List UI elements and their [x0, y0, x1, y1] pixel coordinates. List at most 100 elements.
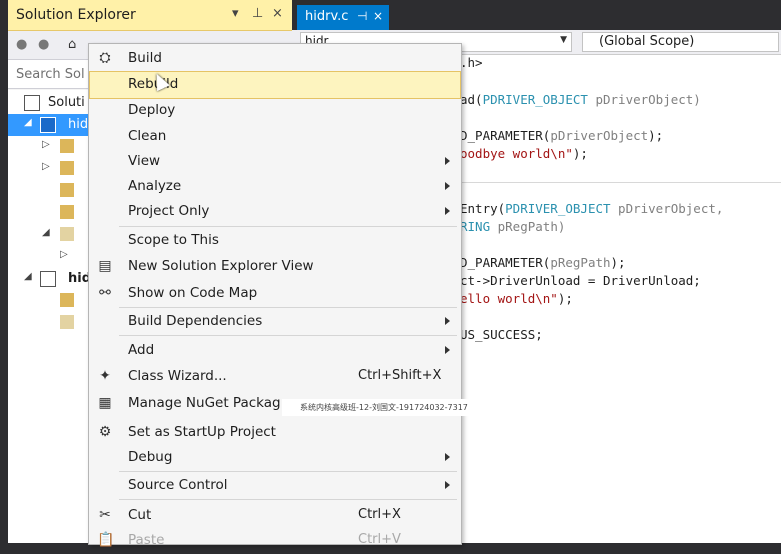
folder-icon: [60, 139, 74, 153]
menu-item-build-dependencies[interactable]: Build Dependencies: [90, 309, 460, 335]
folder-icon: [60, 315, 74, 329]
submenu-arrow-icon: [445, 157, 450, 165]
submenu-arrow-icon: [445, 207, 450, 215]
menu-item-view[interactable]: View: [90, 149, 460, 175]
build-icon: ⛭: [99, 50, 111, 66]
project-context-menu: ⛭ Build Rebuild Deploy Clean View Analyz…: [88, 43, 462, 548]
menu-item-label: Build Dependencies: [128, 313, 263, 329]
folder-icon: [60, 183, 74, 197]
code-line: ello world\n");: [460, 291, 573, 306]
expand-icon[interactable]: ▷: [42, 139, 50, 150]
gear-icon: ⚙: [98, 424, 112, 440]
paste-icon: 📋: [97, 532, 115, 548]
submenu-arrow-icon: [445, 346, 450, 354]
menu-item-label: Debug: [128, 449, 173, 465]
code-line: ct->DriverUnload = DriverUnload;: [460, 273, 701, 288]
menu-item-label: Paste: [128, 532, 165, 548]
tab-close-icon[interactable]: ×: [373, 9, 383, 23]
new-view-icon: ▤: [98, 258, 112, 274]
menu-item-label: Show on Code Map: [128, 285, 258, 301]
collapse-icon[interactable]: ◢: [42, 227, 50, 238]
tree-item-label: Soluti: [48, 95, 85, 110]
tab-label: hidrv.c: [305, 9, 349, 24]
scope-dropdown-value: (Global Scope): [599, 34, 695, 49]
menu-item-add[interactable]: Add: [90, 338, 460, 364]
menu-item-scope-to-this[interactable]: Scope to This: [90, 228, 460, 254]
menu-item-set-as-startup-project[interactable]: ⚙ Set as StartUp Project: [90, 420, 460, 446]
back-icon[interactable]: ●: [16, 37, 27, 52]
menu-item-label: Build: [128, 50, 162, 66]
menu-item-label: Add: [128, 342, 155, 358]
menu-item-clean[interactable]: Clean: [90, 124, 460, 150]
menu-item-deploy[interactable]: Deploy: [90, 98, 460, 124]
home-icon[interactable]: ⌂: [68, 37, 76, 52]
code-line: ad(PDRIVER_OBJECT pDriverObject): [460, 92, 701, 107]
solution-explorer-title-bar: Solution Explorer ▾ ⊥ ×: [8, 0, 292, 31]
menu-separator: [119, 226, 457, 227]
folder-icon: [60, 293, 74, 307]
function-separator: [460, 182, 781, 183]
code-line: US_SUCCESS;: [460, 327, 543, 342]
menu-item-label: Analyze: [128, 178, 182, 194]
menu-item-label: Scope to This: [128, 232, 219, 248]
expand-icon[interactable]: ▷: [60, 249, 68, 260]
code-line: D_PARAMETER(pDriverObject);: [460, 128, 664, 143]
menu-item-label: Class Wizard...: [128, 368, 227, 384]
close-pane-icon[interactable]: ×: [272, 6, 283, 21]
window-position-icon[interactable]: ▾: [232, 6, 239, 21]
submenu-arrow-icon: [445, 317, 450, 325]
menu-item-label: Deploy: [128, 102, 176, 118]
code-line: .h>: [460, 55, 483, 70]
menu-item-show-on-code-map[interactable]: ⚯ Show on Code Map: [90, 281, 460, 307]
chevron-down-icon: ▼: [560, 35, 567, 45]
menu-item-shortcut: Ctrl+Shift+X: [358, 368, 442, 383]
project-icon: [40, 271, 56, 287]
nuget-icon: ▦: [98, 395, 112, 411]
menu-item-cut[interactable]: ✂ Cut Ctrl+X: [90, 503, 460, 529]
menu-item-new-solution-explorer-view[interactable]: ▤ New Solution Explorer View: [90, 254, 460, 280]
menu-item-label: New Solution Explorer View: [128, 258, 314, 274]
code-line: Entry(PDRIVER_OBJECT pDriverObject,: [460, 201, 724, 216]
menu-item-debug[interactable]: Debug: [90, 445, 460, 471]
code-line: oodbye world\n");: [460, 146, 588, 161]
menu-item-label: Source Control: [128, 477, 228, 493]
watermark-text: 系统内核高级班-12-刘国文-191724032-7317: [282, 399, 494, 416]
folder-icon: [60, 227, 74, 241]
code-map-icon: ⚯: [99, 285, 111, 301]
menu-item-label: View: [128, 153, 161, 169]
menu-item-source-control[interactable]: Source Control: [90, 473, 460, 499]
class-wizard-icon: ✦: [99, 368, 111, 384]
code-line: RING pRegPath): [460, 219, 566, 234]
submenu-arrow-icon: [445, 453, 450, 461]
menu-item-class-wizard[interactable]: ✦ Class Wizard... Ctrl+Shift+X: [90, 364, 460, 390]
project-icon: [40, 117, 56, 133]
document-tab-strip: hidrv.c ⊣ ×: [292, 0, 781, 30]
window-edge: [0, 0, 8, 543]
tree-item-label: hid: [68, 117, 89, 132]
collapse-icon[interactable]: ◢: [24, 117, 32, 128]
scope-dropdown[interactable]: (Global Scope): [582, 32, 779, 52]
forward-icon[interactable]: ●: [38, 37, 49, 52]
tab-pin-icon[interactable]: ⊣: [357, 9, 367, 23]
solution-icon: [24, 95, 40, 111]
menu-item-shortcut: Ctrl+X: [358, 507, 401, 522]
pin-icon[interactable]: ⊥: [252, 6, 263, 21]
menu-item-analyze[interactable]: Analyze: [90, 174, 460, 200]
menu-item-paste[interactable]: 📋 Paste Ctrl+V: [90, 528, 460, 554]
menu-item-label: Cut: [128, 507, 152, 523]
menu-item-label: Manage NuGet Packag: [128, 395, 281, 411]
menu-separator: [119, 499, 457, 500]
collapse-icon[interactable]: ◢: [24, 271, 32, 282]
menu-item-project-only[interactable]: Project Only: [90, 199, 460, 225]
menu-item-build[interactable]: ⛭ Build: [90, 46, 460, 72]
folder-icon: [60, 205, 74, 219]
expand-icon[interactable]: ▷: [42, 161, 50, 172]
tab-hidrv-c[interactable]: hidrv.c ⊣ ×: [297, 5, 389, 30]
submenu-arrow-icon: [445, 481, 450, 489]
menu-separator: [119, 471, 457, 472]
search-input[interactable]: Search Sol: [16, 67, 85, 82]
menu-separator: [119, 335, 457, 336]
menu-item-label: Set as StartUp Project: [128, 424, 276, 440]
menu-item-rebuild[interactable]: Rebuild: [89, 71, 461, 99]
solution-explorer-title: Solution Explorer: [16, 7, 136, 23]
